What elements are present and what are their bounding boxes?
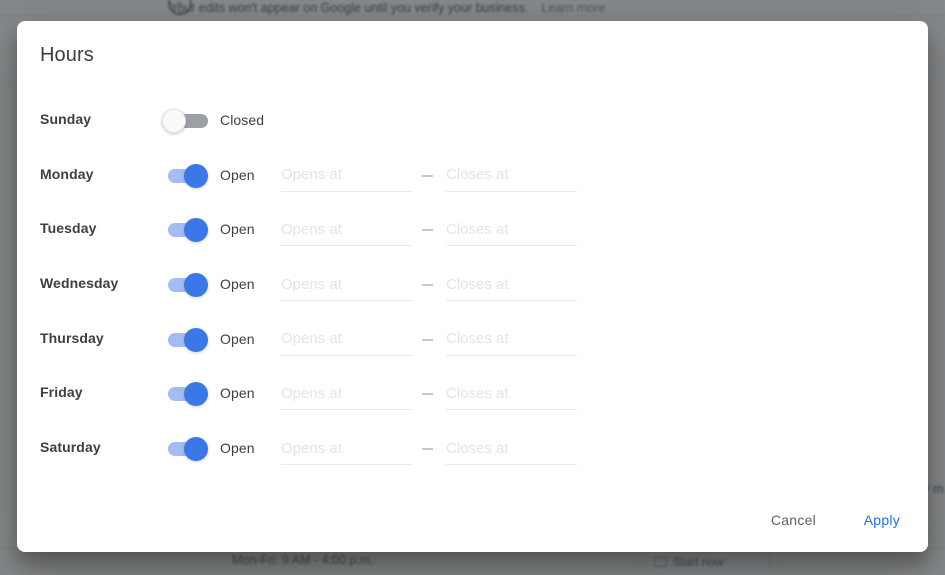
day-label: Tuesday [40,220,97,237]
page-root: i Your edits won't appear on Google unti… [0,0,945,575]
opens-at-input[interactable] [281,271,412,302]
closes-at-input[interactable] [446,271,577,302]
day-state-label: Open [220,276,255,293]
time-range-dash [422,338,433,341]
day-state-label: Open [220,166,255,183]
day-state-label: Open [220,221,255,238]
toggle-knob[interactable] [184,382,208,407]
hours-rows-list: SundayClosedMondayOpenTuesdayOpenWednesd… [17,101,928,484]
opens-at-input[interactable] [281,325,412,356]
dialog-title: Hours [40,44,94,66]
day-label: Sunday [40,111,92,127]
toggle-knob[interactable] [184,437,208,462]
day-open-toggle[interactable] [162,327,216,353]
day-state-label: Open [220,330,255,347]
time-range-dash [422,393,433,396]
closes-at-input[interactable] [446,380,577,411]
apply-button[interactable]: Apply [856,504,908,536]
closes-at-input[interactable] [446,161,577,192]
day-open-toggle[interactable] [162,381,216,407]
toggle-knob[interactable] [184,163,208,188]
hours-row: Monday Open [17,156,928,211]
time-range-dash [422,284,433,287]
time-range-dash [422,174,433,177]
closes-at-input[interactable] [446,216,577,247]
hours-row: Wednesday Open [17,265,928,320]
toggle-knob[interactable] [162,109,186,133]
day-open-toggle[interactable] [162,436,216,462]
hours-row: Saturday Open [17,429,928,484]
time-range-dash [422,448,433,451]
hours-row: Tuesday Open [17,210,928,265]
toggle-knob[interactable] [184,327,208,352]
day-open-toggle[interactable] [162,217,216,243]
opens-at-input[interactable] [281,435,412,466]
hours-dialog: Hours SundayClosedMondayOpenTuesdayOpenW… [17,21,928,552]
toggle-knob[interactable] [184,218,208,243]
hours-row: Sunday Closed [17,101,928,156]
day-label: Thursday [40,329,104,346]
closes-at-input[interactable] [446,435,577,466]
day-state-label: Open [220,440,255,457]
opens-at-input[interactable] [281,161,412,192]
opens-at-input[interactable] [281,216,412,247]
day-state-label: Closed [220,112,265,128]
day-label: Monday [40,165,94,182]
day-open-toggle[interactable] [162,163,216,189]
day-state-label: Open [220,385,255,402]
day-label: Saturday [40,439,101,456]
time-range-dash [422,229,433,232]
opens-at-input[interactable] [281,380,412,411]
dialog-footer: Cancel Apply [17,488,928,552]
day-open-toggle[interactable] [162,272,216,298]
day-open-toggle[interactable] [162,108,216,134]
day-label: Wednesday [40,275,119,292]
cancel-button[interactable]: Cancel [763,504,824,536]
closes-at-input[interactable] [446,325,577,356]
hours-row: Thursday Open [17,320,928,375]
hours-row: Friday Open [17,374,928,429]
toggle-knob[interactable] [184,273,208,298]
day-label: Friday [40,384,83,401]
